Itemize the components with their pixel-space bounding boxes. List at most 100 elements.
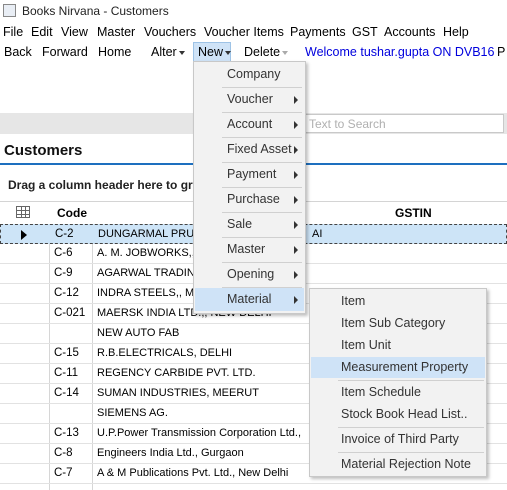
row-name: A. M. JOBWORKS,, M [97,247,208,259]
new-menu-item-material[interactable]: Material [195,288,304,311]
menu-file[interactable]: File [3,25,23,39]
new-menu-item-account[interactable]: Account [195,113,304,136]
submenu-arrow-icon [294,246,298,254]
submenu-arrow-icon [294,146,298,154]
menu-item-label: Item Unit [341,338,392,352]
menu-item-label: Voucher [227,92,273,106]
menu-item-label: Fixed Asset [227,142,292,156]
row-name-tail: AI [312,228,323,240]
search-placeholder: Text to Search [309,117,386,131]
new-menu-item-fixed-asset[interactable]: Fixed Asset [195,138,304,161]
menu-item-label: Master [227,242,266,256]
row-name: DUNGARMAL PRUT [98,228,201,240]
material-item-invoice-of-third-party[interactable]: Invoice of Third Party [311,429,485,450]
menu-accounts[interactable]: Accounts [384,25,435,39]
new-menu-item-payment[interactable]: Payment [195,163,304,186]
menu-item-label: Company [227,67,281,81]
row-code: C-2 [55,228,74,240]
material-item-item-sub-category[interactable]: Item Sub Category [311,313,485,334]
new-menu-item-voucher[interactable]: Voucher [195,88,304,111]
menu-master[interactable]: Master [97,25,135,39]
new-menu: Company Voucher Account Fixed Asset Paym… [193,61,306,314]
row-code: C-15 [54,347,79,359]
row-name: AGARWAL TRADIN [97,267,195,279]
title-bar: Books Nirvana - Customers [0,0,507,22]
row-code: C-7 [54,467,73,479]
menu-item-label: Material Rejection Note [341,457,471,471]
menu-view[interactable]: View [61,25,88,39]
row-name: Engineers India Ltd., Gurgaon [97,447,244,459]
menu-item-label: Item [341,294,366,308]
column-chooser-icon[interactable] [16,206,30,218]
page-title: Customers [4,142,83,159]
submenu-arrow-icon [294,121,298,129]
delete-label: Delete [244,45,281,59]
new-menu-item-purchase[interactable]: Purchase [195,188,304,211]
menu-item-label: Account [227,117,273,131]
row-code: C-021 [54,307,86,319]
menu-vouchers[interactable]: Vouchers [144,25,196,39]
home-button[interactable]: Home [98,45,131,59]
material-item-item-unit[interactable]: Item Unit [311,335,485,356]
menu-item-label: Item Schedule [341,385,421,399]
group-panel-hint: Drag a column header here to gr [8,178,193,192]
delete-dropdown[interactable]: Delete [244,45,288,59]
column-header-code[interactable]: Code [57,206,87,220]
menu-item-label: Item Sub Category [341,316,446,330]
menu-item-label: Payment [227,167,277,181]
menu-item-label: Measurement Property [341,360,469,374]
submenu-arrow-icon [294,171,298,179]
window-title: Books Nirvana - Customers [22,4,169,18]
submenu-arrow-icon [294,96,298,104]
row-code: C-12 [54,287,79,299]
row-code: C-13 [54,427,79,439]
menu-item-label: Material [227,292,272,306]
column-header-gstin[interactable]: GSTIN [395,206,432,220]
row-code: C-14 [54,387,79,399]
new-menu-item-sale[interactable]: Sale [195,213,304,236]
forward-button[interactable]: Forward [42,45,88,59]
search-input[interactable]: Text to Search [304,114,504,133]
new-menu-item-master[interactable]: Master [195,238,304,261]
new-menu-item-opening[interactable]: Opening [195,263,304,286]
menu-payments[interactable]: Payments [290,25,346,39]
menu-voucher-items[interactable]: Voucher Items [204,25,284,39]
new-menu-item-company[interactable]: Company [195,63,304,86]
current-row-indicator-icon [21,230,27,240]
row-name: SUMAN INDUSTRIES, MEERUT [97,387,259,399]
row-code: C-8 [54,447,73,459]
alter-dropdown[interactable]: Alter [151,45,185,59]
submenu-arrow-icon [294,296,298,304]
row-name: NEW AUTO FAB [97,327,180,339]
submenu-arrow-icon [294,271,298,279]
material-submenu: Item Item Sub Category Item Unit Measure… [309,288,487,477]
menu-item-label: Invoice of Third Party [341,432,459,446]
material-item-material-rejection-note[interactable]: Material Rejection Note [311,454,485,475]
menu-item-label: Purchase [227,192,280,206]
row-name: R.B.ELECTRICALS, DELHI [97,347,233,359]
material-item-item[interactable]: Item [311,291,485,312]
row-code: C-6 [54,247,73,259]
row-name: U.P.Power Transmission Corporation Ltd., [97,427,301,439]
menu-gst[interactable]: GST [352,25,378,39]
app-icon [3,4,16,17]
welcome-link[interactable]: Welcome tushar.gupta ON DVB16 [305,45,494,59]
menu-help[interactable]: Help [443,25,469,39]
new-dropdown[interactable]: New [198,45,231,59]
new-label: New [198,45,224,59]
material-item-item-schedule[interactable]: Item Schedule [311,382,485,403]
row-code: C-9 [54,267,73,279]
menu-item-label: Sale [227,217,253,231]
row-name: A & M Publications Pvt. Ltd., New Delhi [97,467,289,479]
row-name: INDRA STEELS,, ME [97,287,202,299]
material-item-stock-book-head-list[interactable]: Stock Book Head List.. [311,404,485,425]
toolbar-overflow-item[interactable]: P [497,45,505,59]
material-item-measurement-property[interactable]: Measurement Property [311,357,485,378]
alter-label: Alter [151,45,177,59]
menu-item-label: Opening [227,267,275,281]
row-name: SIEMENS AG. [97,407,168,419]
submenu-arrow-icon [294,196,298,204]
back-button[interactable]: Back [4,45,32,59]
row-name: REGENCY CARBIDE PVT. LTD. [97,367,256,379]
menu-edit[interactable]: Edit [31,25,53,39]
